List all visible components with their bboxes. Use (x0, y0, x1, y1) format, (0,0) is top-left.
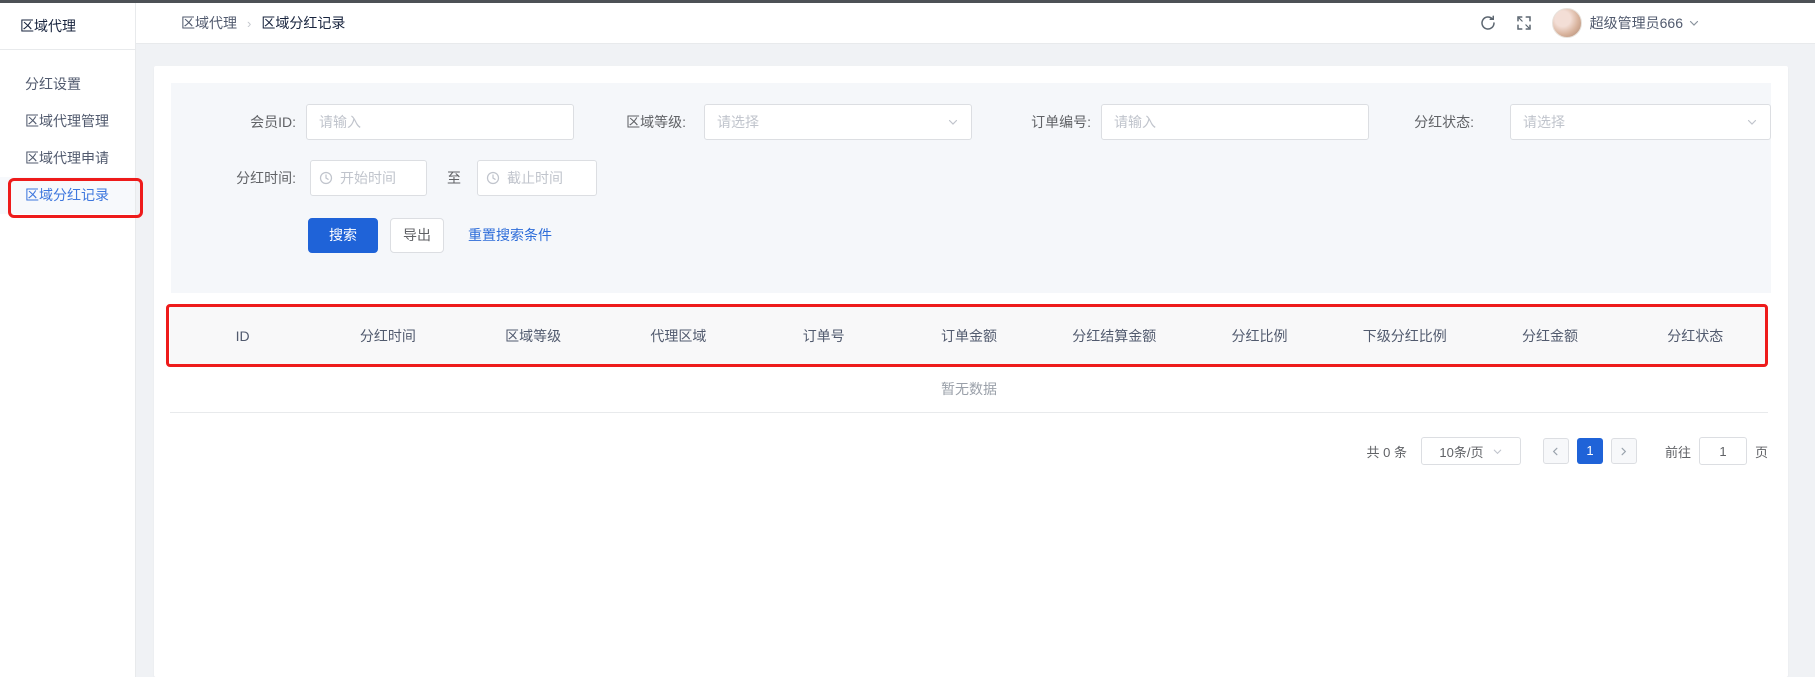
dividend-status-label: 分红状态: (1349, 104, 1474, 140)
breadcrumb: 区域代理 › 区域分红记录 (181, 13, 345, 33)
user-name[interactable]: 超级管理员666 (1590, 13, 1683, 33)
pagination-total: 共 0 条 (1367, 442, 1407, 461)
chevron-down-icon (1492, 446, 1503, 457)
search-button[interactable]: 搜索 (308, 218, 378, 253)
search-filter-panel: 会员ID: 区域等级: 请选择 订单编号: 分红状态: 请选择 分红时间: (171, 83, 1771, 293)
dividend-time-label: 分红时间: (196, 160, 296, 196)
window-top-strip (0, 0, 1815, 3)
order-no-input[interactable] (1101, 104, 1369, 140)
region-level-placeholder: 请选择 (717, 112, 947, 132)
goto-label: 前往 (1665, 442, 1691, 461)
clock-icon (319, 171, 333, 185)
member-id-input[interactable] (306, 104, 574, 140)
chevron-left-icon (1550, 446, 1561, 457)
breadcrumb-separator: › (247, 16, 251, 31)
sidebar-item-agent-management[interactable]: 区域代理管理 (0, 103, 135, 140)
topbar: 区域代理 › 区域分红记录 超级管理员666 (136, 3, 1815, 44)
table-header-region-level[interactable]: 区域等级 (461, 326, 606, 346)
sidebar-title: 区域代理 (0, 3, 135, 50)
table-header-dividend-status[interactable]: 分红状态 (1623, 326, 1768, 346)
table-header-dividend-amount[interactable]: 分红金额 (1477, 326, 1622, 346)
table-header-id[interactable]: ID (170, 328, 315, 344)
chevron-right-icon (1618, 446, 1629, 457)
table-header-order-no[interactable]: 订单号 (751, 326, 896, 346)
sidebar: 区域代理 分红设置 区域代理管理 区域代理申请 区域分红记录 (0, 3, 136, 677)
table-empty-text: 暂无数据 (170, 365, 1768, 413)
breadcrumb-parent[interactable]: 区域代理 (181, 15, 237, 31)
member-id-field[interactable] (319, 114, 561, 130)
region-level-select[interactable]: 请选择 (704, 104, 972, 140)
clock-icon (486, 171, 500, 185)
chevron-down-icon (947, 116, 959, 128)
start-time-picker[interactable]: 开始时间 (310, 160, 427, 196)
breadcrumb-current: 区域分红记录 (261, 15, 345, 31)
table-header-sub-dividend-ratio[interactable]: 下级分红比例 (1332, 326, 1477, 346)
next-page-button[interactable] (1611, 438, 1637, 464)
sidebar-item-dividend-settings[interactable]: 分红设置 (0, 66, 135, 103)
order-no-label: 订单编号: (966, 104, 1091, 140)
table-header-dividend-ratio[interactable]: 分红比例 (1187, 326, 1332, 346)
sidebar-item-label: 区域代理申请 (25, 150, 109, 166)
topbar-tools: 超级管理员666 (1462, 8, 1700, 38)
sidebar-item-label: 区域分红记录 (25, 187, 109, 203)
content-card: 会员ID: 区域等级: 请选择 订单编号: 分红状态: 请选择 分红时间: (154, 66, 1788, 677)
region-level-label: 区域等级: (566, 104, 686, 140)
table-header-row: ID 分红时间 区域等级 代理区域 订单号 订单金额 分红结算金额 分红比例 下… (170, 307, 1768, 365)
member-id-label: 会员ID: (196, 104, 296, 140)
sidebar-item-label: 区域代理管理 (25, 113, 109, 129)
fullscreen-icon[interactable] (1514, 13, 1534, 33)
sidebar-item-dividend-records[interactable]: 区域分红记录 (0, 177, 135, 214)
table-header-agent-region[interactable]: 代理区域 (606, 326, 751, 346)
prev-page-button[interactable] (1543, 438, 1569, 464)
dividend-status-select[interactable]: 请选择 (1510, 104, 1771, 140)
dividend-status-placeholder: 请选择 (1523, 112, 1746, 132)
table-header-order-amount[interactable]: 订单金额 (896, 326, 1041, 346)
goto-suffix: 页 (1755, 442, 1768, 461)
chevron-down-icon (1746, 116, 1758, 128)
chevron-down-icon[interactable] (1688, 17, 1700, 29)
page-number-current[interactable]: 1 (1577, 438, 1603, 464)
table-header-dividend-time[interactable]: 分红时间 (315, 326, 460, 346)
sidebar-menu: 分红设置 区域代理管理 区域代理申请 区域分红记录 (0, 50, 135, 214)
date-range-separator: 至 (437, 160, 471, 196)
sidebar-item-label: 分红设置 (25, 76, 81, 92)
order-no-field[interactable] (1114, 114, 1356, 130)
start-time-placeholder: 开始时间 (340, 168, 418, 188)
end-time-picker[interactable]: 截止时间 (477, 160, 597, 196)
goto-page-input[interactable] (1699, 437, 1747, 465)
export-button[interactable]: 导出 (390, 218, 444, 253)
end-time-placeholder: 截止时间 (507, 168, 588, 188)
pagination: 共 0 条 10条/页 1 前往 页 (1367, 437, 1769, 465)
avatar[interactable] (1552, 8, 1582, 38)
page-size-value: 10条/页 (1439, 442, 1483, 461)
table-header-settlement-amount[interactable]: 分红结算金额 (1042, 326, 1187, 346)
refresh-icon[interactable] (1478, 13, 1498, 33)
page-size-select[interactable]: 10条/页 (1421, 437, 1521, 465)
sidebar-item-agent-application[interactable]: 区域代理申请 (0, 140, 135, 177)
reset-search-link[interactable]: 重置搜索条件 (468, 218, 552, 253)
